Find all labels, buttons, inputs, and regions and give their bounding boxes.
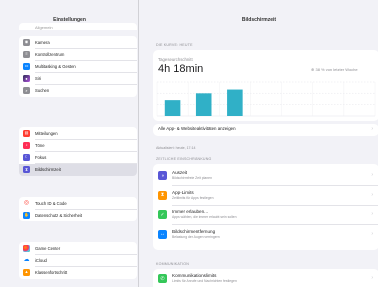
sounds-icon: ♪ bbox=[23, 141, 30, 149]
chevron-right-icon: › bbox=[371, 172, 373, 178]
class-progress-icon: ▲ bbox=[23, 268, 30, 276]
chevron-right-icon: › bbox=[371, 275, 373, 281]
sidebar-item-klassenfortschritt[interactable]: ▲ Klassenfortschritt bbox=[19, 266, 137, 278]
siri-icon: ● bbox=[23, 75, 30, 83]
sidebar-item-touch-id[interactable]: ◎ Touch ID & Code bbox=[19, 197, 137, 210]
chart-bar-Mo bbox=[164, 100, 181, 116]
limits-card: ◑ Auszeit Bildschirmfreie Zeit planen › … bbox=[153, 164, 378, 250]
sidebar-item-datenschutz[interactable]: ✋ Datenschutz & Sicherheit bbox=[19, 209, 137, 221]
limit-item-title: Bildschirmentfernung bbox=[172, 228, 216, 234]
daily-average-label: Tageseurchschnitt bbox=[158, 57, 193, 62]
sidebar-item-label: Suchen bbox=[35, 88, 50, 94]
app-limits-icon: ⧗ bbox=[158, 190, 167, 200]
sidebar-item-label: Datenschutz & Sicherheit bbox=[35, 212, 83, 218]
focus-icon: ☾ bbox=[23, 153, 30, 161]
limit-item-title: Auszeit bbox=[172, 170, 188, 175]
sidebar-item-multitasking[interactable]: ▭ Multitasking & Gesten bbox=[19, 60, 137, 73]
sidebar-item-label: Game Center bbox=[35, 245, 61, 251]
communication-limits-icon: ✆ bbox=[158, 274, 167, 283]
sidebar-item-kamera[interactable]: ◉ Kamera bbox=[19, 36, 137, 49]
sidebar-item-mitteilungen[interactable]: ▤ Mitteilungen bbox=[19, 127, 137, 140]
sidebar-item-label: Kontrollzentrum bbox=[35, 51, 65, 57]
chevron-right-icon: › bbox=[371, 211, 373, 218]
camera-icon: ◉ bbox=[23, 38, 30, 46]
sidebar-item-label: Mitteilungen bbox=[35, 130, 58, 136]
limit-item-app-limits[interactable]: ⧗ App-Limits Zeitlimits für Apps festleg… bbox=[153, 186, 378, 206]
sidebar-group-system: ◉ Kamera ≡ Kontrollzentrum ▭ Multitaskin… bbox=[19, 36, 137, 97]
fingerprint-icon: ◎ bbox=[23, 199, 30, 207]
usage-bar-chart bbox=[156, 81, 376, 117]
sidebar-item-kontrollzentrum[interactable]: ≡ Kontrollzentrum bbox=[19, 48, 137, 61]
game-center-icon bbox=[23, 244, 30, 252]
usage-summary-card[interactable]: Tageseurchschnitt 4h 18min ⊕ 38 % von le… bbox=[153, 50, 378, 121]
show-all-activity-row[interactable]: Alle App- & Websiteaktivitäten anzeigen … bbox=[153, 124, 378, 136]
chart-bar-Di bbox=[195, 93, 212, 116]
sidebar-item-label: Bildschirmzeit bbox=[35, 167, 61, 173]
chart-bar-Mi bbox=[227, 89, 243, 116]
limit-item-title: App-Limits bbox=[172, 189, 194, 195]
section-header-communication: KOMMUNIKATION bbox=[156, 262, 190, 266]
multitasking-icon: ▭ bbox=[23, 62, 30, 70]
notifications-icon: ▤ bbox=[23, 129, 30, 137]
chevron-right-icon: › bbox=[371, 230, 373, 237]
sidebar-item-label: Siri bbox=[35, 76, 42, 82]
sidebar-item-partial[interactable]: Allgemein bbox=[19, 23, 137, 30]
limit-item-always-allowed[interactable]: ✓ Immer erlauben... Apps wählen, die imm… bbox=[153, 205, 378, 225]
sidebar-item-label: Multitasking & Gesten bbox=[35, 63, 76, 69]
control-center-icon: ≡ bbox=[23, 50, 30, 58]
limit-item-subtitle: Bildschirmfreie Zeit planen bbox=[172, 176, 212, 180]
show-all-activity-label: Alle App- & Websiteaktivitäten anzeigen bbox=[158, 126, 236, 131]
hourglass-icon: ⧗ bbox=[23, 166, 30, 174]
sidebar-group-security: ◎ Touch ID & Code ✋ Datenschutz & Sicher… bbox=[19, 197, 137, 222]
sidebar-group-notifications: ▤ Mitteilungen ♪ Töne ☾ Fokus ⧗ Bildschi… bbox=[19, 127, 137, 176]
icloud-icon: ☁ bbox=[23, 256, 30, 264]
sidebar-item-label: Töne bbox=[35, 142, 45, 148]
sidebar-item-toene[interactable]: ♪ Töne bbox=[19, 139, 137, 152]
limit-item-subtitle: Belastung der Augen verringern bbox=[172, 234, 220, 239]
section-header-usage: DIE KURVE: HEUTE bbox=[156, 43, 193, 47]
limit-item-title: Immer erlauben... bbox=[172, 209, 208, 215]
limit-item-subtitle: Apps wählen, die immer erlaubt sein soll… bbox=[172, 215, 237, 220]
privacy-hand-icon: ✋ bbox=[23, 211, 30, 219]
limit-item-subtitle: Zeitlimits für Apps festlegen bbox=[172, 195, 214, 200]
search-icon: ⌕ bbox=[23, 87, 30, 95]
sidebar-item-icloud[interactable]: ☁ iCloud bbox=[19, 254, 137, 267]
limit-item-downtime[interactable]: ◑ Auszeit Bildschirmfreie Zeit planen › bbox=[153, 166, 378, 186]
daily-average-value: 4h 18min bbox=[158, 63, 204, 75]
page-title: Bildschirmzeit bbox=[241, 17, 277, 23]
limit-item-communication[interactable]: ✆ Kommunikationslimits Limits für Anrufe… bbox=[153, 269, 378, 287]
sidebar-item-label: Fokus bbox=[35, 154, 47, 160]
last-updated-label: Aktualisiert: heute, 17:14 bbox=[156, 146, 196, 150]
communication-card: ✆ Kommunikationslimits Limits für Anrufe… bbox=[153, 269, 378, 287]
sidebar-item-bildschirmzeit[interactable]: ⧗ Bildschirmzeit bbox=[19, 163, 137, 176]
sidebar-item-label: Kamera bbox=[35, 39, 50, 45]
sidebar-group-services: Game Center ☁ iCloud ▲ Klassenfortschrit… bbox=[19, 242, 137, 279]
sidebar-item-siri[interactable]: ● Siri bbox=[19, 73, 137, 85]
sidebar-item-label: iCloud bbox=[35, 257, 47, 263]
limit-item-subtitle: Limits für Anrufe und Nachrichten festle… bbox=[172, 279, 237, 283]
chevron-right-icon: › bbox=[371, 191, 373, 198]
screen-distance-icon: ↔ bbox=[158, 229, 167, 239]
sidebar-item-game-center[interactable]: Game Center bbox=[19, 242, 137, 255]
settings-sidebar: Einstellungen Allgemein ◉ Kamera ≡ Kontr… bbox=[0, 0, 139, 287]
sidebar-item-label: Touch ID & Code bbox=[35, 200, 67, 206]
screen-time-panel: Bildschirmzeit DIE KURVE: HEUTE Tageseur… bbox=[140, 0, 378, 287]
always-allowed-icon: ✓ bbox=[158, 210, 167, 220]
sidebar-item-suchen[interactable]: ⌕ Suchen bbox=[19, 85, 137, 97]
section-header-limits: ZEITLICHE EINSCHRÄNKUNG bbox=[156, 157, 212, 161]
sidebar-item-label: Klassenfortschritt bbox=[35, 269, 68, 275]
limit-item-screen-distance[interactable]: ↔ Bildschirmentfernung Belastung der Aug… bbox=[153, 225, 378, 245]
chevron-right-icon: › bbox=[371, 126, 373, 132]
sidebar-item-fokus[interactable]: ☾ Fokus bbox=[19, 151, 137, 164]
downtime-icon: ◑ bbox=[158, 171, 167, 180]
week-comparison: ⊕ 38 % von letzter Woche bbox=[311, 67, 358, 72]
limit-item-title: Kommunikationslimits bbox=[172, 273, 217, 278]
